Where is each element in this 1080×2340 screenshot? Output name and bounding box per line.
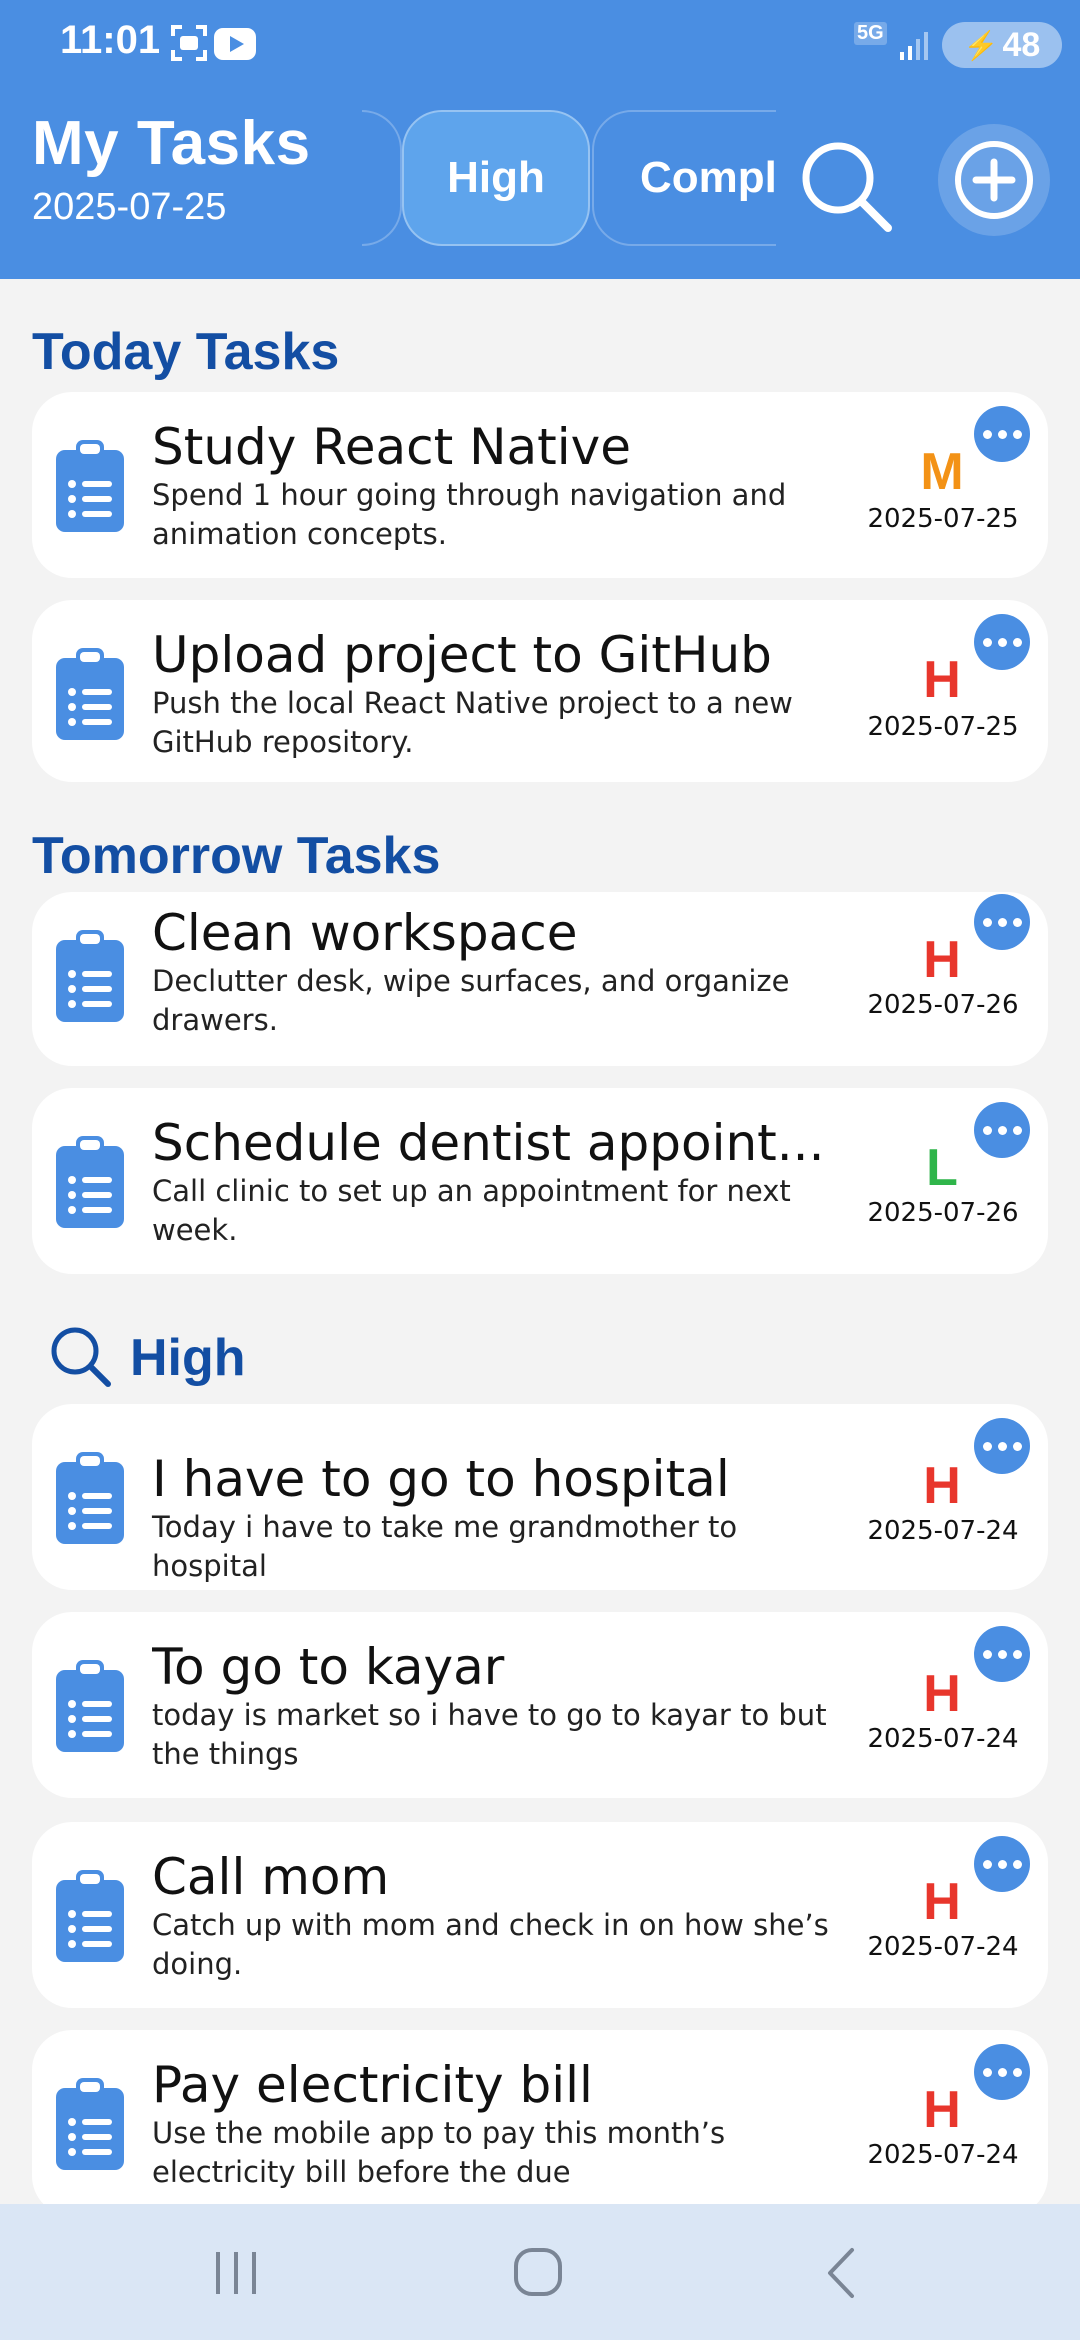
filter-tab-previous[interactable] <box>362 110 402 246</box>
search-icon <box>51 1327 111 1387</box>
task-date: 2025-07-24 <box>867 1932 1019 1962</box>
more-horizontal-icon <box>982 2067 1022 2077</box>
app-header: 11:01 5G ⚡ 48 My Tasks 2025-07-25 High C… <box>0 0 1080 279</box>
status-bar: 11:01 5G ⚡ 48 <box>0 0 1080 90</box>
more-options-button[interactable] <box>974 894 1030 950</box>
more-options-button[interactable] <box>974 406 1030 462</box>
more-options-button[interactable] <box>974 1418 1030 1474</box>
battery-indicator: ⚡ 48 <box>942 22 1062 68</box>
home-icon[interactable] <box>498 2238 578 2308</box>
task-description: Spend 1 hour going through navigation an… <box>152 478 787 551</box>
task-date: 2025-07-26 <box>867 1198 1019 1228</box>
status-time: 11:01 <box>60 18 161 62</box>
task-description: Catch up with mom and check in on how sh… <box>152 1908 829 1981</box>
more-options-button[interactable] <box>974 2044 1030 2100</box>
app-screen: 11:01 5G ⚡ 48 My Tasks 2025-07-25 High C… <box>0 0 1080 2340</box>
task-description: Declutter desk, wipe surfaces, and organ… <box>152 964 790 1037</box>
task-card[interactable]: Study React Native Spend 1 hour going th… <box>32 392 1048 578</box>
task-card[interactable]: Call mom Catch up with mom and check in … <box>32 1822 1048 2008</box>
task-title: Pay electricity bill <box>152 2056 593 2114</box>
more-options-button[interactable] <box>974 1102 1030 1158</box>
system-nav-bar <box>0 2204 1080 2340</box>
section-title-high: High <box>130 1329 246 1387</box>
more-horizontal-icon <box>982 429 1022 439</box>
task-title: Clean workspace <box>152 904 578 962</box>
add-task-button[interactable] <box>938 124 1050 236</box>
task-title: Upload project to GitHub <box>152 626 772 684</box>
task-card[interactable]: I have to go to hospital Today i have to… <box>32 1404 1048 1590</box>
task-date: 2025-07-24 <box>867 1724 1019 1754</box>
task-card[interactable]: Upload project to GitHub Push the local … <box>32 600 1048 782</box>
task-date: 2025-07-24 <box>867 1516 1019 1546</box>
clipboard-list-icon <box>56 930 124 1022</box>
filter-tab-high[interactable]: High <box>402 110 590 246</box>
youtube-icon <box>214 28 256 60</box>
task-date: 2025-07-24 <box>867 2140 1019 2170</box>
battery-level: 48 <box>1002 25 1041 64</box>
task-card[interactable]: Clean workspace Declutter desk, wipe sur… <box>32 892 1048 1066</box>
task-title: Schedule dentist appoint... <box>152 1114 825 1172</box>
task-date: 2025-07-25 <box>867 712 1019 742</box>
task-description: Call clinic to set up an appointment for… <box>152 1174 791 1247</box>
page-date: 2025-07-25 <box>32 186 227 228</box>
screenshot-icon <box>171 25 207 61</box>
more-horizontal-icon <box>982 1441 1022 1451</box>
filter-tabs: High Compl <box>362 106 776 250</box>
clipboard-list-icon <box>56 1660 124 1752</box>
section-title-today: Today Tasks <box>32 323 340 381</box>
page-title: My Tasks <box>32 109 311 178</box>
more-options-button[interactable] <box>974 1836 1030 1892</box>
task-card[interactable]: To go to kayar today is market so i have… <box>32 1612 1048 1798</box>
task-description: today is market so i have to go to kayar… <box>152 1698 827 1771</box>
task-title: To go to kayar <box>152 1638 505 1696</box>
more-horizontal-icon <box>982 1649 1022 1659</box>
task-title: I have to go to hospital <box>152 1450 730 1508</box>
clipboard-list-icon <box>56 1452 124 1544</box>
more-horizontal-icon <box>982 637 1022 647</box>
more-horizontal-icon <box>982 1859 1022 1869</box>
more-options-button[interactable] <box>974 1626 1030 1682</box>
more-horizontal-icon <box>982 917 1022 927</box>
filter-tab-completed[interactable]: Compl <box>592 110 776 246</box>
task-card[interactable]: Pay electricity bill Use the mobile app … <box>32 2030 1048 2216</box>
task-description: Today i have to take me grandmother to h… <box>152 1510 738 1583</box>
clipboard-list-icon <box>56 2078 124 2170</box>
add-circle-icon <box>955 141 1033 219</box>
more-options-button[interactable] <box>974 614 1030 670</box>
clipboard-list-icon <box>56 648 124 740</box>
charging-icon: ⚡ <box>963 29 999 61</box>
task-title: Study React Native <box>152 418 632 476</box>
clipboard-list-icon <box>56 440 124 532</box>
task-date: 2025-07-26 <box>867 990 1019 1020</box>
recent-apps-icon[interactable] <box>196 2238 276 2308</box>
task-description: Push the local React Native project to a… <box>152 686 793 759</box>
clipboard-list-icon <box>56 1136 124 1228</box>
section-title-tomorrow: Tomorrow Tasks <box>32 827 441 885</box>
back-icon[interactable] <box>802 2238 882 2308</box>
signal-icon <box>900 32 928 60</box>
task-description: Use the mobile app to pay this month’s e… <box>152 2116 726 2189</box>
task-date: 2025-07-25 <box>867 504 1019 534</box>
search-icon[interactable] <box>796 136 896 236</box>
task-card[interactable]: Schedule dentist appoint... Call clinic … <box>32 1088 1048 1274</box>
network-label: 5G <box>854 22 887 45</box>
more-horizontal-icon <box>982 1125 1022 1135</box>
clipboard-list-icon <box>56 1870 124 1962</box>
task-title: Call mom <box>152 1848 390 1906</box>
